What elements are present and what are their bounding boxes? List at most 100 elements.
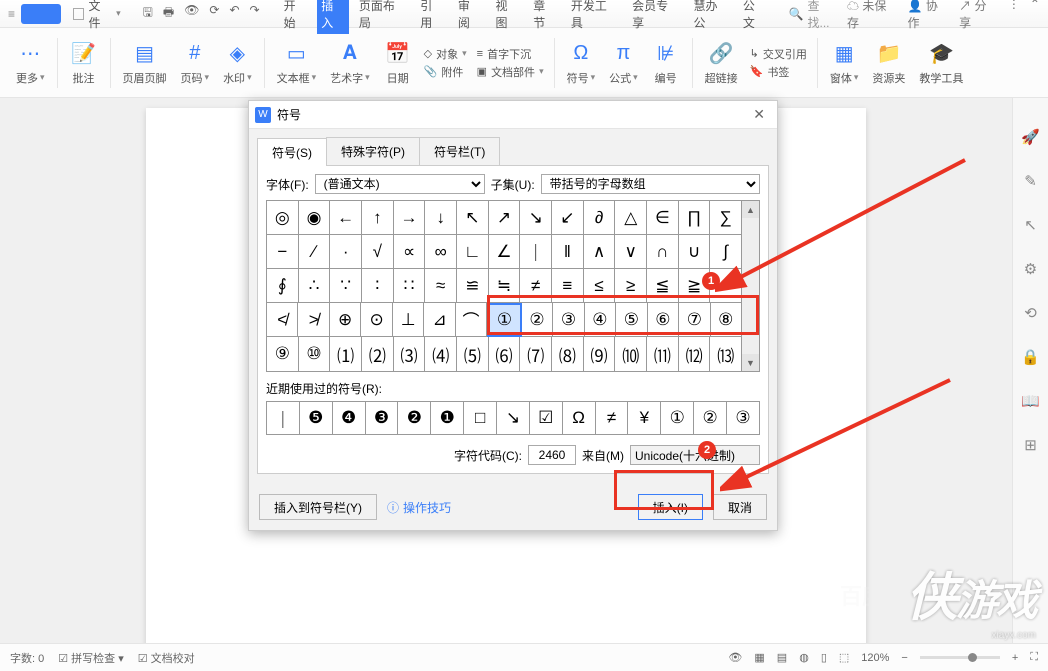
ribbon-symbol[interactable]: Ω 符号▾ <box>561 32 602 94</box>
recent-symbol-cell[interactable]: ｜ <box>267 402 300 434</box>
symbol-cell[interactable]: ← <box>330 201 362 235</box>
symbol-cell[interactable]: ⊕ <box>330 303 361 337</box>
menu-pagelayout[interactable]: 页面布局 <box>355 0 410 34</box>
recent-symbol-cell[interactable]: ❹ <box>333 402 366 434</box>
view-icon-6[interactable]: ⬚ <box>839 651 849 664</box>
symbol-cell[interactable]: ⑴ <box>330 337 362 371</box>
view-icon-2[interactable]: ▦ <box>754 651 764 664</box>
share-button[interactable]: ↗ 分享 <box>959 0 998 31</box>
ribbon-attachment[interactable]: 📎 附件 <box>424 64 467 80</box>
symbol-cell[interactable]: ∞ <box>425 235 457 269</box>
code-input[interactable] <box>528 445 576 465</box>
ribbon-resource[interactable]: 📁 资源夹 <box>866 32 911 94</box>
cancel-button[interactable]: 取消 <box>713 494 767 520</box>
symbol-cell[interactable]: ∮ <box>267 269 299 303</box>
symbol-cell[interactable]: ∑ <box>710 201 741 235</box>
undo-icon[interactable]: ↶ <box>229 3 239 24</box>
lock-icon[interactable]: 🔒 <box>1021 348 1040 366</box>
symbol-cell[interactable]: ⑧ <box>711 303 741 337</box>
symbol-cell[interactable]: ⑼ <box>584 337 616 371</box>
symbol-cell[interactable]: ∕ <box>299 235 331 269</box>
more-icon[interactable]: ⋮ <box>1008 0 1020 31</box>
menu-chapter[interactable]: 章节 <box>529 0 561 34</box>
fullscreen-icon[interactable]: ⛶ <box>1030 651 1038 664</box>
symbol-cell[interactable]: ⑤ <box>616 303 647 337</box>
symbol-cell[interactable]: ⑶ <box>394 337 426 371</box>
subset-select[interactable]: 带括号的字母数组 <box>541 174 760 194</box>
preview-icon[interactable]: 👁 <box>184 3 199 24</box>
recent-symbol-cell[interactable]: ❺ <box>300 402 333 434</box>
symbol-cell[interactable]: − <box>267 235 299 269</box>
symbol-cell[interactable]: ⑻ <box>552 337 584 371</box>
redo-icon[interactable]: ↷ <box>250 3 260 24</box>
ribbon-equation[interactable]: π 公式▾ <box>603 32 644 94</box>
ribbon-crossref[interactable]: ↳ 交叉引用 <box>750 46 807 62</box>
symbol-cell[interactable]: ⑦ <box>679 303 710 337</box>
recent-symbol-cell[interactable]: ❷ <box>398 402 431 434</box>
ribbon-headerfooter[interactable]: ▤ 页眉页脚 <box>117 32 173 94</box>
menu-review[interactable]: 审阅 <box>454 0 486 34</box>
ribbon-wordart[interactable]: 𝐀 艺术字▾ <box>324 32 376 94</box>
ribbon-comment[interactable]: 📝 批注 <box>64 32 104 94</box>
recent-symbol-cell[interactable]: ☑ <box>530 402 563 434</box>
view-icon-5[interactable]: ▯ <box>821 651 827 664</box>
symbol-cell[interactable]: ⑾ <box>647 337 679 371</box>
ribbon-watermark[interactable]: ◈ 水印▾ <box>217 32 258 94</box>
recent-symbol-cell[interactable]: ¥ <box>628 402 661 434</box>
symbol-cell[interactable]: ③ <box>553 303 584 337</box>
pencil-icon[interactable]: ✎ <box>1024 172 1037 190</box>
symbol-cell[interactable]: ∵ <box>330 269 362 303</box>
scroll-up-icon[interactable]: ▲ <box>742 201 759 218</box>
symbol-cell[interactable]: ∫ <box>710 235 741 269</box>
symbol-cell[interactable]: ∈ <box>647 201 679 235</box>
tips-link[interactable]: ⓘ 操作技巧 <box>387 499 451 516</box>
symbol-cell[interactable]: ◉ <box>299 201 331 235</box>
symbol-cell[interactable]: ≮ <box>267 303 298 337</box>
menu-start[interactable]: 开始 <box>280 0 312 34</box>
view-icon-3[interactable]: ▤ <box>777 651 787 664</box>
ribbon-textbox[interactable]: ▭ 文本框▾ <box>271 32 323 94</box>
symbol-cell[interactable]: ⊙ <box>361 303 392 337</box>
menu-huiban[interactable]: 慧办公 <box>689 0 732 34</box>
recent-symbol-cell[interactable]: □ <box>464 402 497 434</box>
recent-symbol-cell[interactable]: ↘ <box>497 402 530 434</box>
symbol-cell[interactable]: · <box>330 235 362 269</box>
spellcheck-toggle[interactable]: ☑ 拼写检查 ▾ <box>58 650 124 666</box>
symbol-cell[interactable]: ≧ <box>679 269 711 303</box>
menu-view[interactable]: 视图 <box>492 0 524 34</box>
symbol-cell[interactable]: ⑹ <box>489 337 521 371</box>
symbol-cell[interactable]: ⑺ <box>520 337 552 371</box>
symbol-cell[interactable]: ∠ <box>489 235 521 269</box>
recent-symbol-cell[interactable]: ① <box>661 402 694 434</box>
save-icon[interactable]: 🖫 <box>143 3 153 24</box>
view-icon-1[interactable]: 👁 <box>728 651 742 664</box>
zoom-slider[interactable] <box>920 656 1000 659</box>
recent-symbol-cell[interactable]: ② <box>694 402 727 434</box>
tab-symbolbar[interactable]: 符号栏(T) <box>419 137 500 165</box>
word-count[interactable]: 字数: 0 <box>10 650 44 666</box>
close-button[interactable]: ✕ <box>747 106 771 123</box>
symbol-cell[interactable]: ≥ <box>615 269 647 303</box>
cursor-icon[interactable]: ↖ <box>1024 216 1037 234</box>
ribbon-object[interactable]: ◇ 对象 ▾ <box>424 46 467 62</box>
symbol-cell[interactable]: ∏ <box>679 201 711 235</box>
symbol-cell[interactable]: ∧ <box>584 235 616 269</box>
insert-button[interactable]: 插入(I) <box>638 494 703 520</box>
recent-symbol-cell[interactable]: ≠ <box>596 402 629 434</box>
zoom-level[interactable]: 120% <box>861 652 889 664</box>
tab-special[interactable]: 特殊字符(P) <box>326 137 420 165</box>
symbol-cell[interactable]: ∷ <box>394 269 426 303</box>
symbol-cell[interactable]: ◎ <box>267 201 299 235</box>
search-box[interactable]: 🔍 查找... <box>789 0 841 31</box>
symbol-cell[interactable]: ⑵ <box>362 337 394 371</box>
print-icon[interactable]: 🖶 <box>163 3 174 24</box>
symbol-cell[interactable]: ↙ <box>552 201 584 235</box>
symbol-cell[interactable]: ∝ <box>394 235 426 269</box>
docproof-toggle[interactable]: ☑ 文档校对 <box>138 650 195 666</box>
font-select[interactable]: (普通文本) <box>315 174 485 194</box>
symbol-cell[interactable]: ⑩ <box>299 337 331 371</box>
hamburger-icon[interactable]: ≡ <box>8 7 15 21</box>
from-select[interactable]: Unicode(十六进制) <box>630 445 760 465</box>
ribbon-window[interactable]: ▦ 窗体▾ <box>824 32 865 94</box>
symbol-cell[interactable]: ≌ <box>457 269 489 303</box>
